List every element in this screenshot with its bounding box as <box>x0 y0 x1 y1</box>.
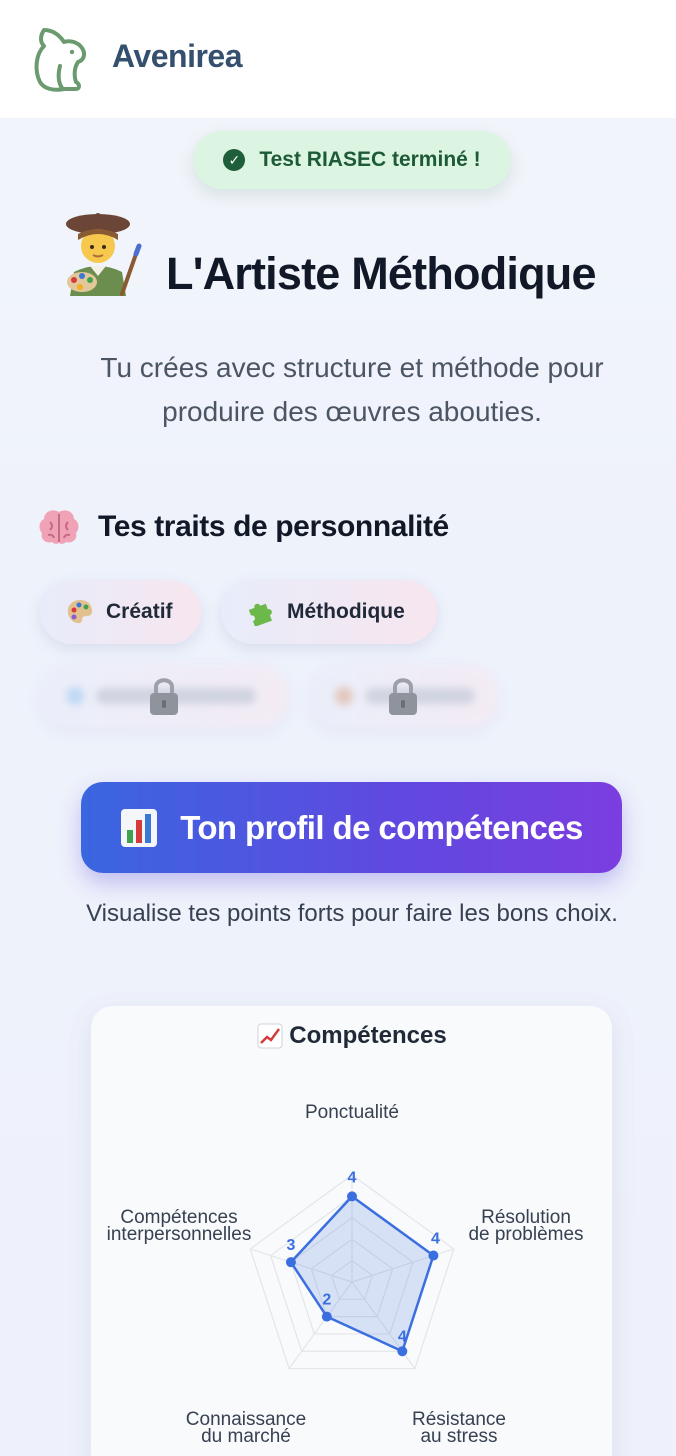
skills-radar-chart: 4 4 4 2 3 Ponctualité Résolution de problèmes Ré… <box>107 1102 584 1447</box>
trait-chip-label: Créatif <box>106 600 173 623</box>
traits-title-label: Tes traits de personnalité <box>98 510 449 543</box>
radar-axis-label: Résolution de problèmes <box>468 1207 583 1245</box>
bear-logo-icon[interactable] <box>30 24 90 94</box>
trait-chip-label: Méthodique <box>287 600 405 623</box>
skills-profile-button[interactable]: Ton profil de compétences <box>81 782 622 873</box>
archetype-description: Tu crées avec structure et méthode pour … <box>40 346 664 434</box>
archetype-header: L'Artiste Méthodique <box>58 208 658 308</box>
brain-icon <box>39 510 79 544</box>
lock-icon <box>389 678 417 715</box>
trait-chip-methodique[interactable]: Méthodique <box>221 580 437 644</box>
palette-icon <box>67 600 92 624</box>
archetype-title: L'Artiste Méthodique <box>166 248 597 299</box>
radar-value-label: 2 <box>322 1292 331 1309</box>
status-badge-label: Test RIASEC terminé ! <box>259 148 481 171</box>
archetype-description-line: produire des œuvres abouties. <box>162 396 542 427</box>
radar-axis-label: Connaissance du marché <box>186 1409 306 1447</box>
radar-data-point <box>428 1250 439 1261</box>
radar-value-label: 3 <box>286 1237 295 1254</box>
bar-chart-icon <box>121 808 158 847</box>
archetype-description-line: Tu crées avec structure et méthode pour <box>100 352 604 383</box>
traits-section-title: Tes traits de personnalité <box>38 504 449 550</box>
chart-increasing-icon <box>257 1023 283 1049</box>
radar-value-label: 4 <box>431 1231 440 1248</box>
app-header: Avenirea <box>0 0 676 118</box>
radar-data-point <box>347 1191 357 1202</box>
radar-value-label: 4 <box>348 1169 357 1186</box>
skills-card-title-label: Compétences <box>289 1022 447 1049</box>
skills-card-title: Compétences <box>0 1022 676 1050</box>
radar-axis-label: Ponctualité <box>305 1102 399 1123</box>
radar-value-label: 4 <box>398 1328 407 1345</box>
radar-data-point <box>285 1257 296 1268</box>
skills-profile-button-label: Ton profil de compétences <box>180 808 583 846</box>
radar-axis-label: Compétences interpersonnelles <box>107 1207 252 1245</box>
radar-data-point <box>397 1346 408 1357</box>
radar-axis-label: Résistance au stress <box>412 1409 506 1447</box>
brand-name[interactable]: Avenirea <box>112 38 243 75</box>
radar-data-point <box>321 1311 332 1322</box>
status-badge: ✓ Test RIASEC terminé ! <box>193 131 511 189</box>
skills-profile-subtitle: Visualise tes points forts pour faire le… <box>86 900 618 927</box>
artist-emoji-icon <box>66 213 142 296</box>
lock-icon <box>150 678 178 715</box>
puzzle-icon <box>248 603 272 626</box>
check-circle-icon: ✓ <box>223 149 246 171</box>
trait-chip-creatif[interactable]: Créatif <box>40 580 201 644</box>
